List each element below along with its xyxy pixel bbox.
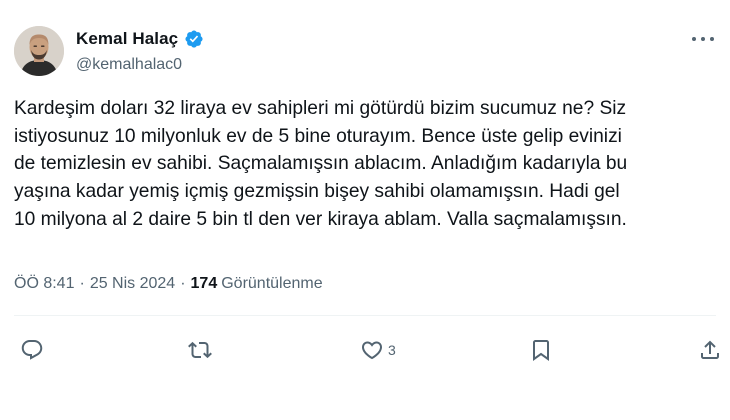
- tweet-card: Kemal Halaç @kemalhalac0 Kardeşim doları…: [0, 0, 730, 420]
- handle[interactable]: @kemalhalac0: [76, 56, 204, 74]
- more-dot: [710, 37, 714, 41]
- views-count: 174: [190, 275, 218, 292]
- more-dot: [692, 37, 696, 41]
- like-button[interactable]: 3: [360, 334, 396, 366]
- avatar[interactable]: [14, 26, 64, 76]
- name-row: Kemal Halaç: [76, 28, 204, 50]
- meta-separator: ·: [79, 275, 85, 292]
- reply-button[interactable]: [20, 334, 44, 366]
- retweet-button[interactable]: [188, 334, 212, 366]
- reply-icon: [21, 340, 43, 360]
- more-options-icon[interactable]: [692, 30, 714, 48]
- retweet-icon: [188, 341, 212, 359]
- heart-icon: [361, 341, 383, 360]
- share-button[interactable]: [698, 334, 722, 366]
- avatar-image: [14, 26, 64, 76]
- tweet-date[interactable]: 25 Nis 2024: [90, 275, 175, 293]
- more-dot: [701, 37, 705, 41]
- bookmark-button[interactable]: [529, 334, 553, 366]
- like-count: 3: [388, 342, 396, 358]
- tweet-time[interactable]: ÖÖ 8:41: [14, 275, 74, 293]
- tweet-meta: ÖÖ 8:41 · 25 Nis 2024 · 174 Görüntülenme: [14, 275, 323, 293]
- action-bar: 3: [0, 334, 730, 366]
- verified-badge-icon: [184, 29, 204, 49]
- bookmark-icon: [533, 340, 549, 361]
- tweet-text: Kardeşim doları 32 liraya ev sahipleri m…: [14, 98, 628, 230]
- author-info: Kemal Halaç @kemalhalac0: [76, 28, 204, 74]
- meta-separator: ·: [180, 275, 186, 292]
- views-label: Görüntülenme: [221, 275, 323, 292]
- divider: [14, 315, 716, 316]
- display-name[interactable]: Kemal Halaç: [76, 29, 178, 49]
- share-icon: [701, 340, 719, 359]
